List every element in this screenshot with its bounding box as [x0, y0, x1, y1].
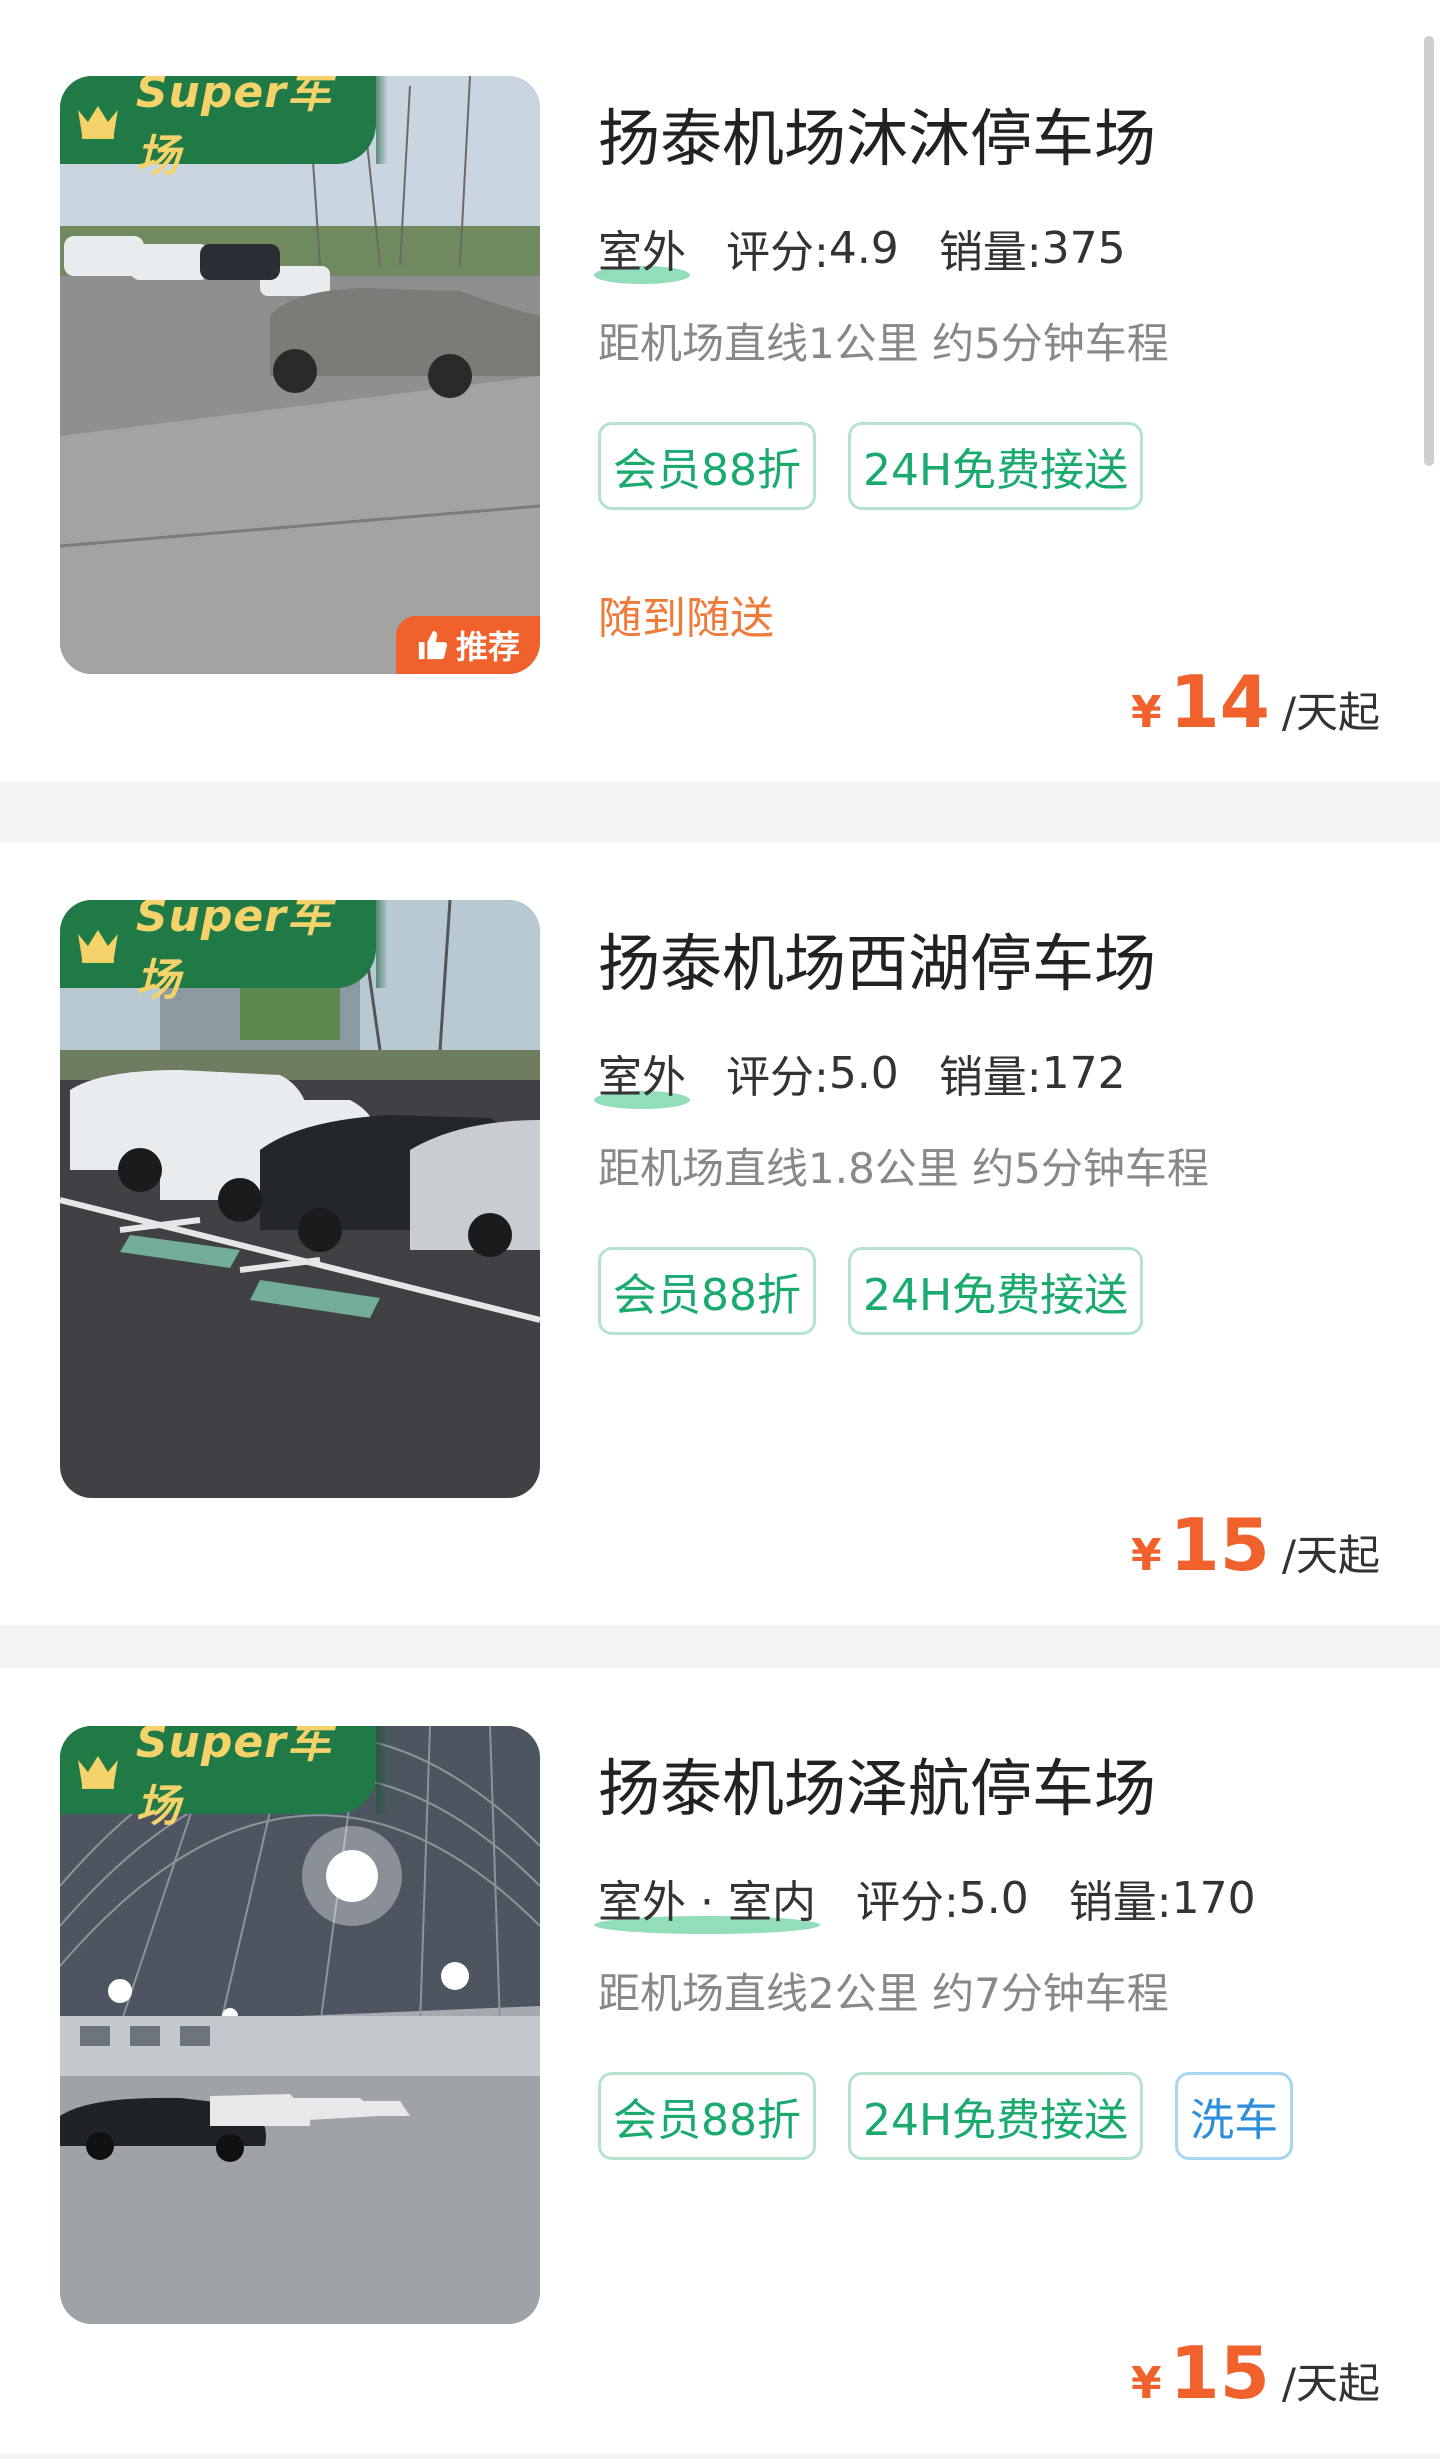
sales-label: 销量:	[1068, 1877, 1172, 1928]
tag-list: 会员88折 24H免费接送	[598, 422, 1358, 542]
rating-label: 评分:	[855, 1877, 959, 1928]
sales-label: 销量:	[938, 1052, 1042, 1103]
lot-meta: 室外 评分: 4.9 销量: 375	[594, 216, 1126, 284]
sales-value: 170	[1171, 1872, 1256, 1924]
tag-free-shuttle: 24H免费接送	[848, 2072, 1144, 2160]
super-lot-label: Super车场	[135, 900, 332, 1006]
price-unit: /天起	[1281, 688, 1380, 737]
parking-lot-card[interactable]: Super车场 推荐 扬泰机场沐沐停车场 室外 评分: 4.9 销量: 375 …	[0, 0, 1440, 782]
tag-member-discount: 会员88折	[598, 2072, 816, 2160]
location-type: 室外 · 室内	[594, 1866, 820, 1934]
crown-icon	[77, 106, 118, 139]
price: ¥ 14 /天起	[1131, 660, 1380, 744]
thumbs-up-icon	[418, 630, 448, 660]
super-lot-badge: Super车场	[60, 76, 388, 182]
parking-lot-name[interactable]: 扬泰机场泽航停车场	[598, 1738, 1156, 1828]
price-value: 15	[1169, 1503, 1270, 1587]
sales-label: 销量:	[938, 227, 1042, 278]
rating-value: 4.9	[828, 222, 899, 274]
location-type: 室外	[594, 1041, 690, 1109]
location-type: 室外	[594, 216, 690, 284]
rating-value: 5.0	[958, 1872, 1029, 1924]
tag-car-wash: 洗车	[1175, 2072, 1294, 2160]
rating-label: 评分:	[726, 1052, 829, 1103]
price-currency: ¥	[1131, 2358, 1162, 2409]
parking-lot-photo[interactable]: Super车场	[60, 900, 540, 1498]
parking-lot-name[interactable]: 扬泰机场西湖停车场	[598, 913, 1156, 1003]
distance-text: 距机场直线2公里 约7分钟车程	[598, 1969, 1169, 2018]
tag-list: 会员88折 24H免费接送	[598, 1247, 1358, 1367]
price: ¥ 15 /天起	[1131, 2331, 1380, 2415]
price-currency: ¥	[1131, 1530, 1162, 1581]
sales-value: 172	[1041, 1047, 1126, 1099]
tag-list: 会员88折 24H免费接送 洗车	[598, 2072, 1358, 2192]
super-lot-label: Super车场	[135, 1726, 332, 1832]
lot-meta: 室外 · 室内 评分: 5.0 销量: 170	[594, 1866, 1256, 1934]
parking-lot-card[interactable]: Super车场 扬泰机场西湖停车场 室外 评分: 5.0 销量: 172 距机场…	[0, 843, 1440, 1625]
parking-lot-name[interactable]: 扬泰机场沐沐停车场	[598, 88, 1156, 178]
super-lot-label: Super车场	[135, 76, 332, 182]
price-value: 14	[1169, 660, 1270, 744]
parking-lot-card[interactable]: Super车场 扬泰机场泽航停车场 室外 · 室内 评分: 5.0 销量: 17…	[0, 1668, 1440, 2453]
price-unit: /天起	[1281, 1531, 1380, 1580]
tag-free-shuttle: 24H免费接送	[848, 1247, 1144, 1335]
rating-value: 5.0	[828, 1047, 899, 1099]
price: ¥ 15 /天起	[1131, 1503, 1380, 1587]
parking-lot-photo[interactable]: Super车场	[60, 1726, 540, 2324]
super-lot-badge: Super车场	[60, 1726, 388, 1832]
sales-value: 375	[1041, 222, 1126, 274]
rating-label: 评分:	[726, 227, 829, 278]
distance-text: 距机场直线1公里 约5分钟车程	[598, 319, 1169, 368]
scrollbar[interactable]	[1424, 36, 1434, 466]
crown-icon	[77, 930, 118, 963]
price-value: 15	[1169, 2331, 1270, 2415]
tag-member-discount: 会员88折	[598, 1247, 816, 1335]
crown-icon	[77, 1756, 118, 1789]
service-note: 随到随送	[598, 593, 774, 644]
parking-lot-photo[interactable]: Super车场 推荐	[60, 76, 540, 674]
price-unit: /天起	[1281, 2359, 1380, 2408]
recommend-label: 推荐	[455, 628, 520, 666]
price-currency: ¥	[1131, 687, 1162, 738]
distance-text: 距机场直线1.8公里 约5分钟车程	[598, 1144, 1209, 1193]
lot-meta: 室外 评分: 5.0 销量: 172	[594, 1041, 1126, 1109]
super-lot-badge: Super车场	[60, 900, 388, 1006]
tag-free-shuttle: 24H免费接送	[848, 422, 1144, 510]
tag-member-discount: 会员88折	[598, 422, 816, 510]
recommend-badge: 推荐	[396, 616, 540, 674]
